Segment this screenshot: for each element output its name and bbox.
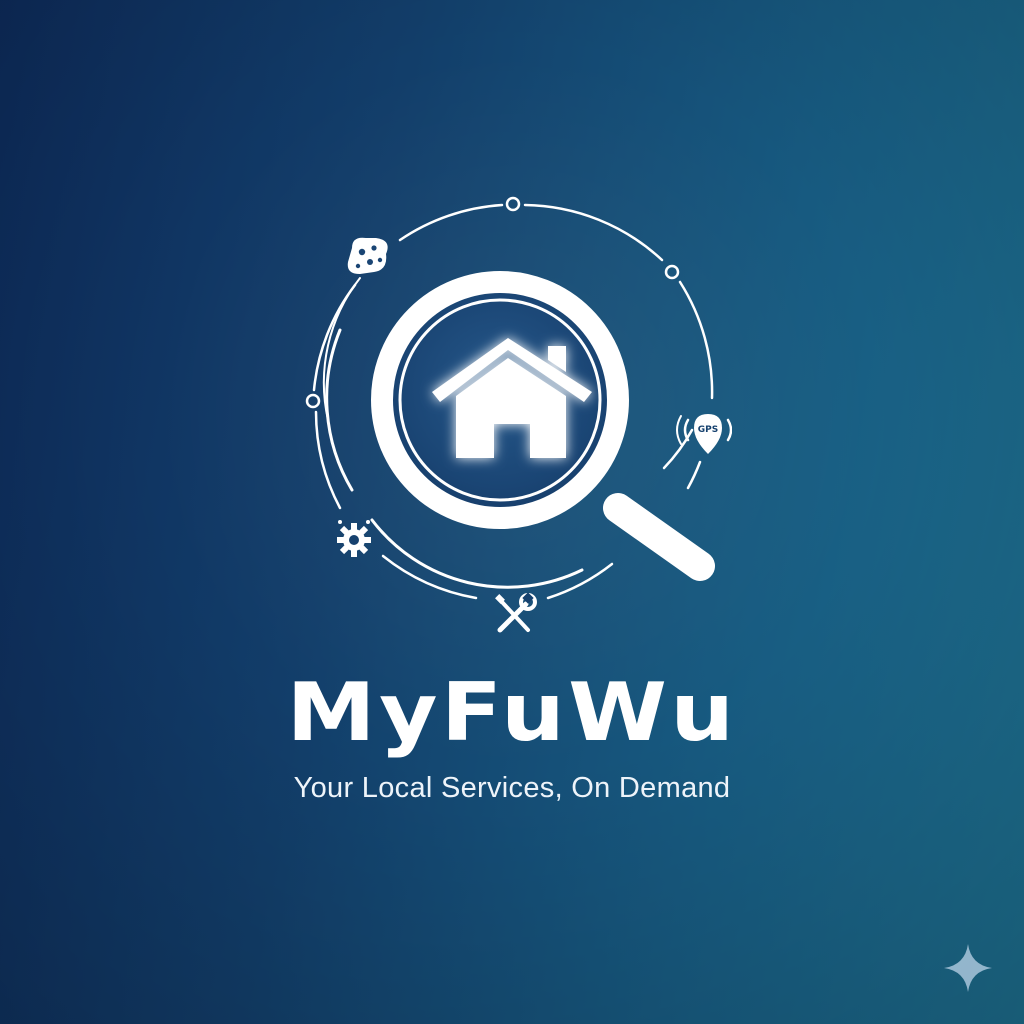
- orbit-node-top: [505, 196, 521, 212]
- sponge-icon: [347, 237, 388, 274]
- gear-icon: [337, 520, 371, 557]
- brand-tagline: Your Local Services, On Demand: [293, 772, 731, 804]
- gps-pin-label: GPS: [698, 425, 718, 435]
- orbit-node-right: [664, 264, 680, 280]
- sparkle-icon: [944, 944, 992, 992]
- logo-emblem: GPS: [305, 196, 732, 633]
- brand-name: MyFuWu: [286, 666, 738, 759]
- gps-pin-icon: GPS: [676, 414, 732, 454]
- wrench-screwdriver-icon: [495, 592, 537, 633]
- orbit-node-left: [305, 393, 321, 409]
